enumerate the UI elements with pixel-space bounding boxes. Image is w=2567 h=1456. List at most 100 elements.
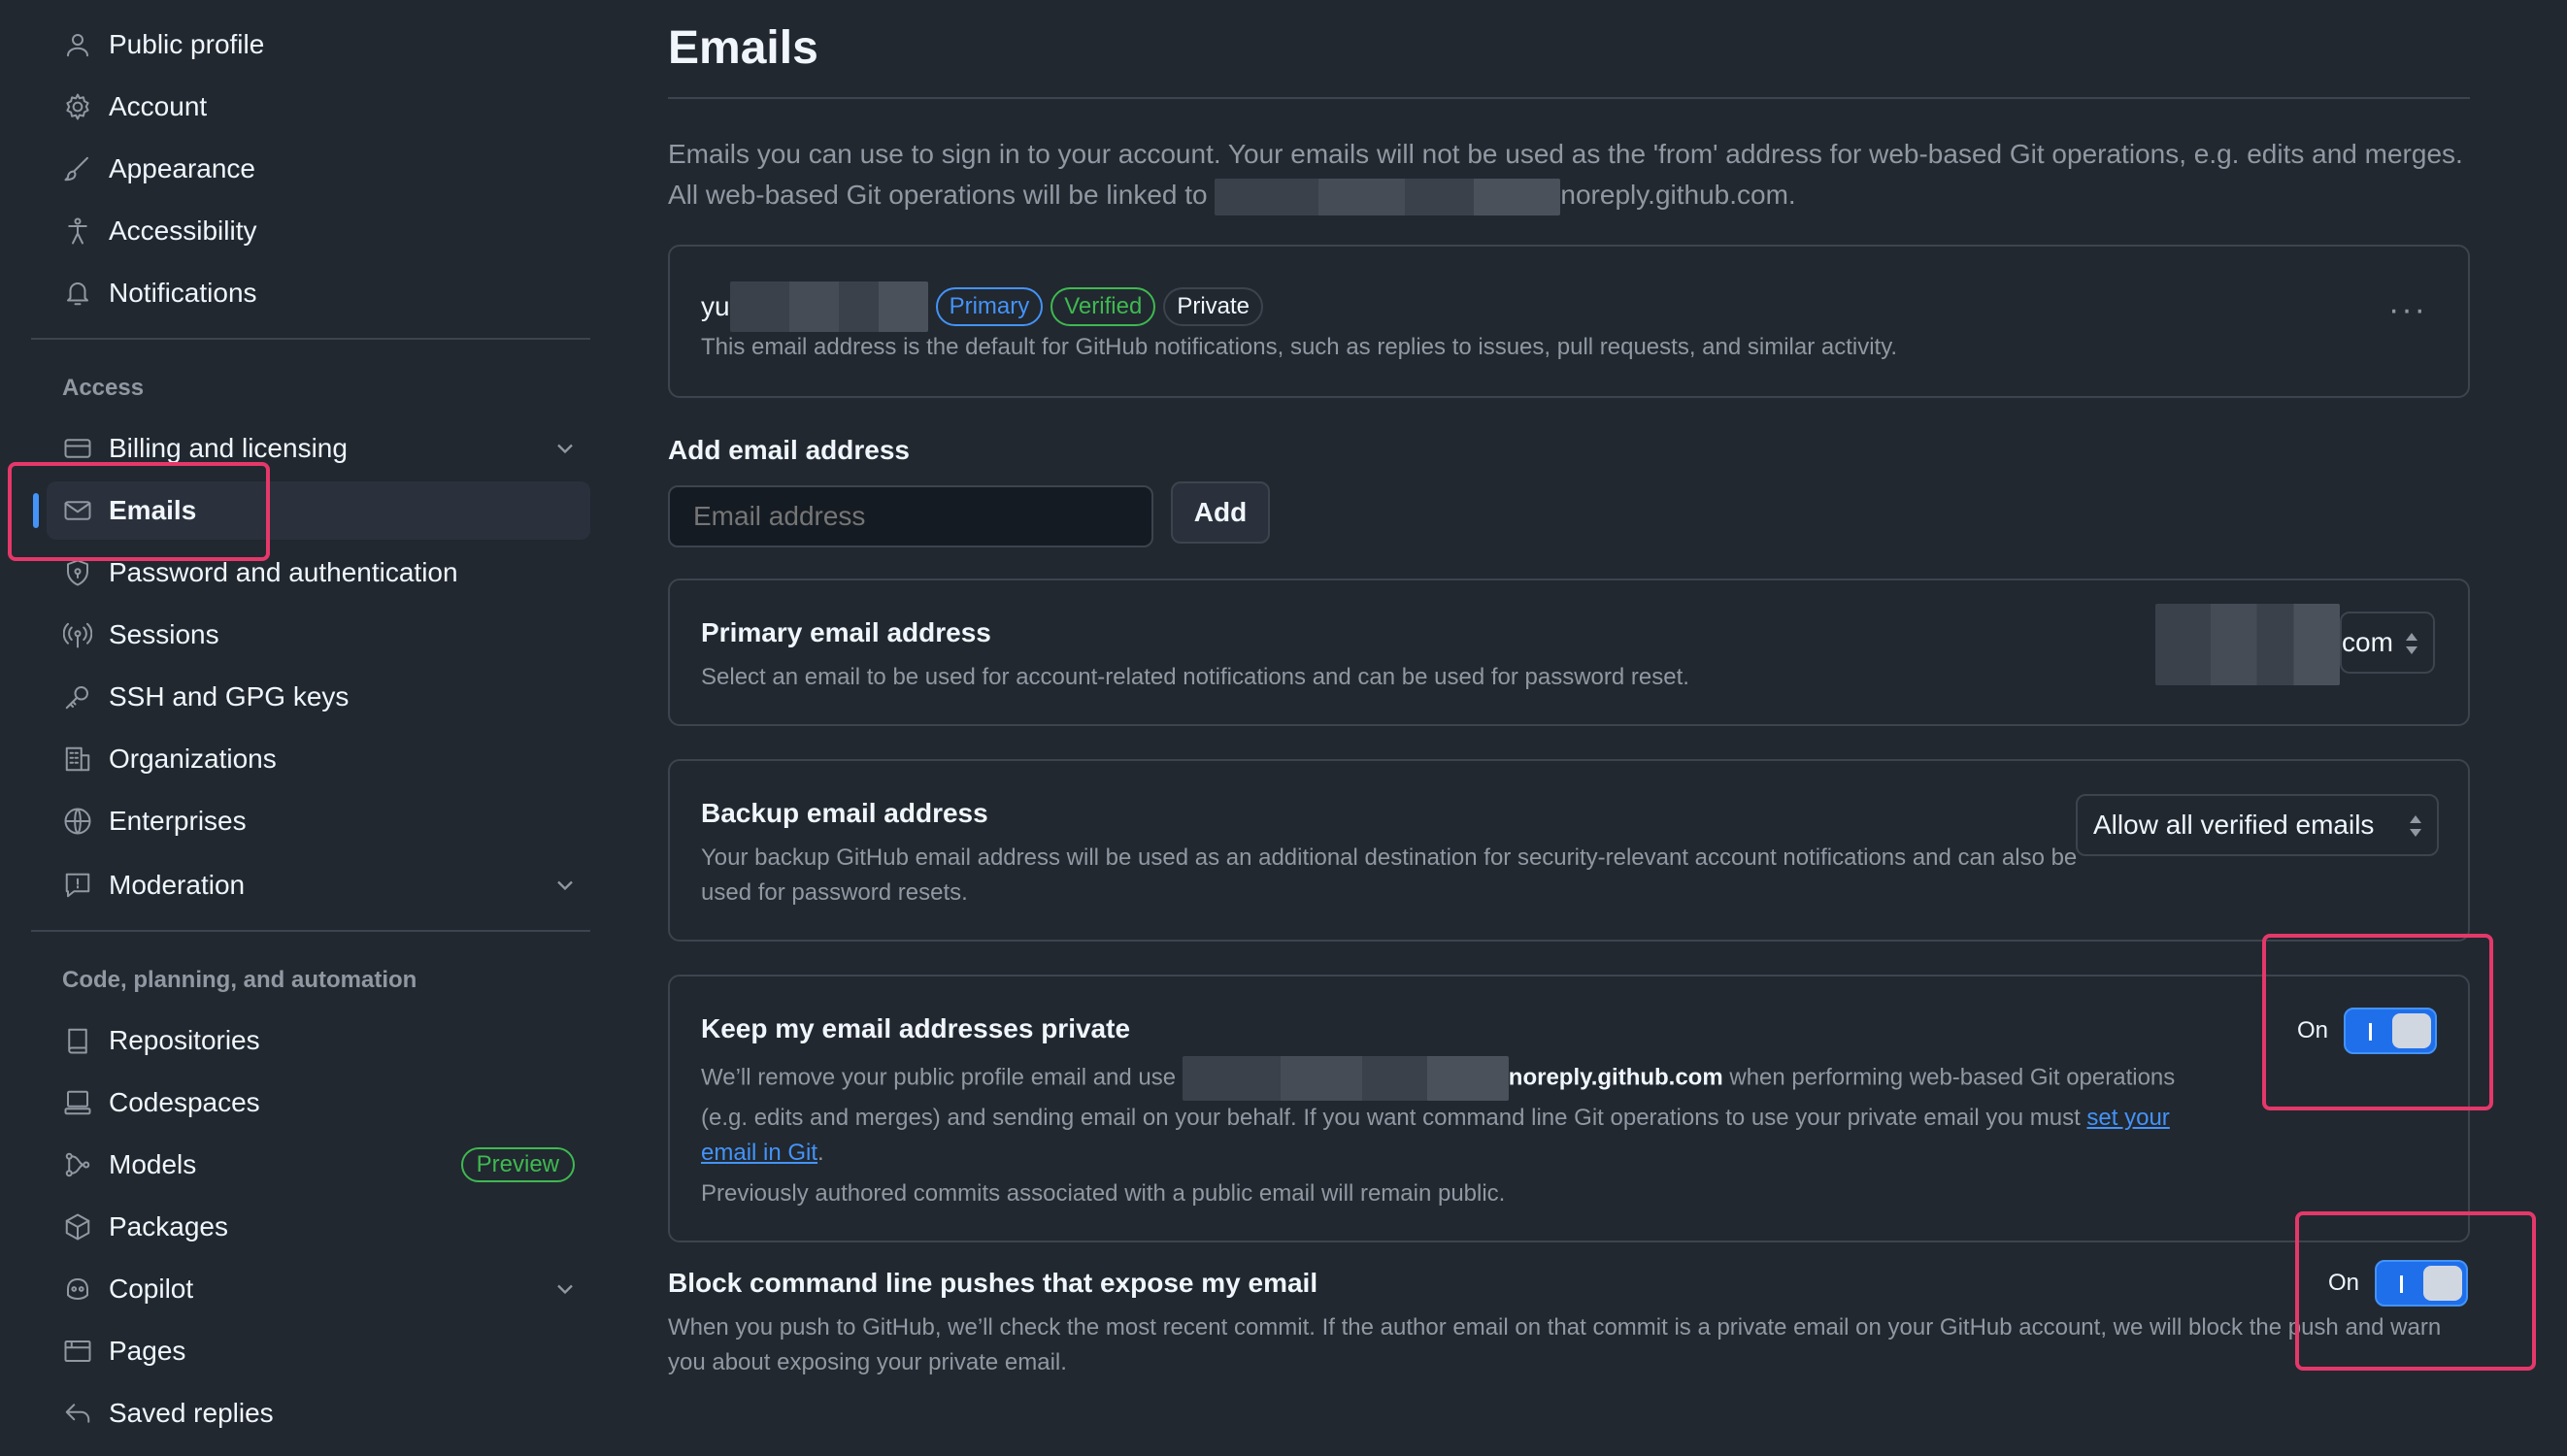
keep-private-card: Keep my email addresses private We’ll re… [668, 975, 2470, 1242]
sidebar-item-label: Repositories [109, 1025, 260, 1055]
sidebar-item-label: Notifications [109, 278, 257, 308]
email-entry-header: yu Primary Verified Private [701, 281, 1264, 332]
sidebar-item-label: Codespaces [109, 1087, 260, 1117]
redacted-email [729, 281, 928, 332]
sidebar-item-enterprises[interactable]: Enterprises [47, 792, 590, 850]
sidebar-item-label: Account [109, 91, 208, 121]
broadcast-icon [62, 619, 93, 650]
sidebar-section-access: Access [62, 375, 145, 401]
primary-email-select-value: com [2342, 627, 2393, 657]
email-address-input[interactable] [668, 485, 1153, 547]
sidebar-item-moderation[interactable]: Moderation [47, 856, 590, 914]
redacted-primary-email [2155, 604, 2340, 685]
keep-private-toggle[interactable] [2344, 1008, 2438, 1054]
kebab-menu-icon[interactable]: ··· [2388, 291, 2427, 329]
sidebar-item-saved-replies[interactable]: Saved replies [47, 1384, 590, 1442]
block-push-toggle-group: On [2328, 1260, 2469, 1307]
block-push-toggle[interactable] [2375, 1260, 2469, 1307]
sidebar-item-repositories[interactable]: Repositories [47, 1011, 590, 1070]
intro-text: Emails you can use to sign in to your ac… [668, 134, 2470, 215]
block-push-title: Block command line pushes that expose my… [668, 1268, 1318, 1298]
preview-badge: Preview [460, 1147, 575, 1182]
page-title: Emails [668, 22, 818, 74]
sidebar-item-copilot[interactable]: Copilot [47, 1260, 590, 1318]
person-icon [62, 29, 93, 60]
report-icon [62, 870, 93, 901]
sidebar-item-password[interactable]: Password and authentication [47, 544, 590, 602]
private-badge: Private [1163, 287, 1264, 326]
block-push-description: When you push to GitHub, we’ll check the… [668, 1314, 2442, 1375]
toggle-knob [2423, 1266, 2463, 1301]
chevron-down-icon[interactable] [551, 872, 579, 899]
sidebar-item-packages[interactable]: Packages [47, 1198, 590, 1256]
backup-email-select-value: Allow all verified emails [2093, 810, 2375, 840]
verified-badge: Verified [1050, 287, 1156, 326]
noreply-address: noreply.github.com [1508, 1064, 1723, 1091]
primary-email-title: Primary email address [701, 617, 991, 647]
add-email-button[interactable]: Add [1171, 481, 1270, 544]
sidebar-item-label: Copilot [109, 1274, 194, 1304]
toggle-on-bar [2369, 1023, 2373, 1041]
sidebar-item-pages[interactable]: Pages [47, 1322, 590, 1380]
sidebar-item-codespaces[interactable]: Codespaces [47, 1074, 590, 1132]
chevron-down-icon[interactable] [551, 435, 579, 462]
package-icon [62, 1211, 93, 1242]
sidebar-item-account[interactable]: Account [47, 78, 590, 136]
select-arrows-icon [2404, 631, 2419, 656]
sidebar-item-notifications[interactable]: Notifications [47, 264, 590, 322]
backup-email-card: Backup email address Your backup GitHub … [668, 759, 2470, 942]
accessibility-icon [62, 215, 93, 247]
organization-icon [62, 744, 93, 775]
toggle-on-bar [2400, 1275, 2404, 1293]
sidebar-item-label: Public profile [109, 29, 265, 59]
primary-email-select[interactable]: com [2340, 612, 2435, 674]
sidebar-item-label: Password and authentication [109, 557, 458, 587]
mail-icon [62, 495, 93, 526]
keep-private-description: We’ll remove your public profile email a… [701, 1056, 2196, 1171]
intro-part-2: noreply.github.com. [1560, 180, 1796, 210]
sidebar-item-label: Accessibility [109, 215, 257, 246]
title-divider [668, 97, 2470, 99]
sidebar-item-accessibility[interactable]: Accessibility [47, 202, 590, 260]
backup-email-select[interactable]: Allow all verified emails [2076, 794, 2439, 856]
key-icon [62, 681, 93, 712]
sidebar-item-ssh-gpg[interactable]: SSH and GPG keys [47, 668, 590, 726]
backup-email-title: Backup email address [701, 798, 988, 828]
settings-sidebar: Public profile Account Appearance Access… [31, 0, 590, 1456]
codespaces-icon [62, 1087, 93, 1118]
primary-badge: Primary [935, 287, 1044, 326]
sidebar-item-label: Organizations [109, 744, 277, 774]
sidebar-divider [31, 338, 590, 340]
email-entry-description: This email address is the default for Gi… [701, 334, 1898, 360]
keep-private-desc-a: We’ll remove your public profile email a… [701, 1064, 1183, 1091]
toggle-state-label: On [2328, 1270, 2360, 1296]
repo-icon [62, 1025, 93, 1056]
backup-email-description: Your backup GitHub email address will be… [701, 844, 2078, 906]
sidebar-item-emails[interactable]: Emails [33, 481, 590, 540]
chevron-down-icon[interactable] [551, 1275, 579, 1303]
sidebar-item-public-profile[interactable]: Public profile [47, 16, 590, 74]
sidebar-item-sessions[interactable]: Sessions [47, 606, 590, 664]
shield-lock-icon [62, 557, 93, 588]
email-address: yu [701, 291, 730, 321]
gear-icon [62, 91, 93, 122]
add-email-label: Add email address [668, 435, 910, 465]
sidebar-item-organizations[interactable]: Organizations [47, 730, 590, 788]
sidebar-item-models[interactable]: Models Preview [47, 1136, 590, 1194]
sidebar-item-label: Saved replies [109, 1398, 274, 1428]
bell-icon [62, 278, 93, 309]
sidebar-item-label: Billing and licensing [109, 433, 348, 463]
keep-private-desc-d: . [817, 1140, 824, 1166]
globe-icon [62, 806, 93, 837]
models-icon [62, 1149, 93, 1180]
sidebar-item-billing[interactable]: Billing and licensing [47, 419, 590, 478]
sidebar-item-label: Pages [109, 1336, 186, 1366]
active-indicator [33, 493, 39, 528]
keep-private-title: Keep my email addresses private [701, 1013, 1131, 1043]
keep-private-toggle-group: On [2297, 1008, 2438, 1054]
sidebar-item-label: Emails [109, 495, 197, 525]
reply-icon [62, 1398, 93, 1429]
sidebar-item-label: Models [109, 1149, 197, 1179]
sidebar-item-appearance[interactable]: Appearance [47, 140, 590, 198]
sidebar-item-label: SSH and GPG keys [109, 681, 350, 711]
